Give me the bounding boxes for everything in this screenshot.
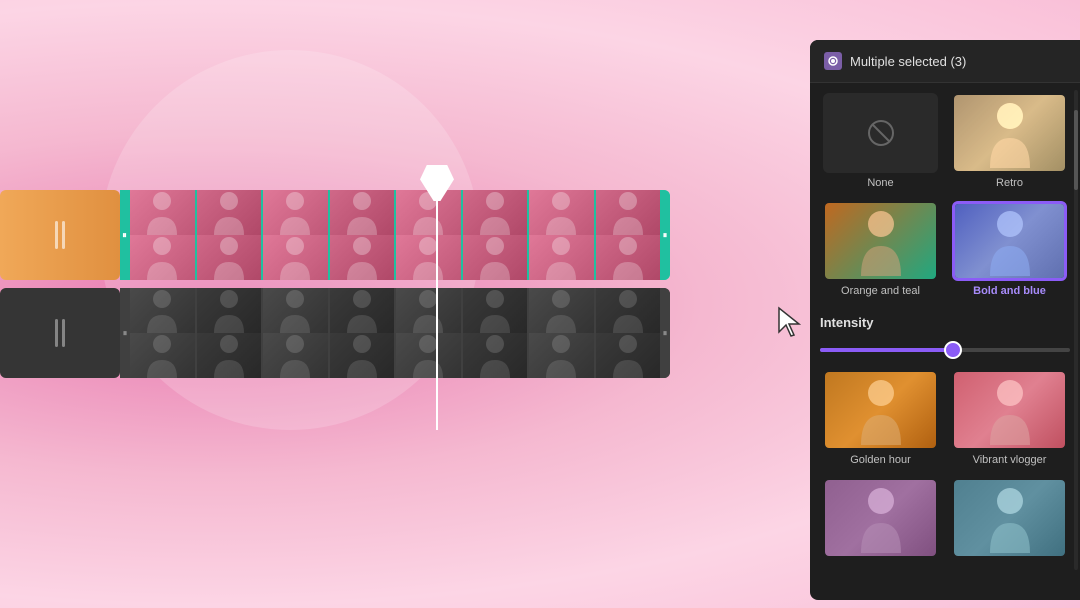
- filter-extra-2[interactable]: [949, 478, 1070, 562]
- filter-vibrant-label: Vibrant vlogger: [973, 454, 1047, 466]
- filter-orange-teal-thumb: [823, 201, 938, 281]
- filter-none[interactable]: None: [820, 93, 941, 189]
- video-track-2: ⏸: [0, 288, 670, 378]
- filter-extra-1-thumb: [823, 478, 938, 558]
- film-frames-top: [130, 190, 660, 280]
- filter-grid-row1: None Retro: [820, 93, 1070, 189]
- filmstrip-bottom: ⏸: [120, 288, 670, 378]
- filter-none-label: None: [867, 177, 893, 189]
- playhead-line: [436, 170, 438, 430]
- panel-title: Multiple selected (3): [850, 54, 966, 69]
- intensity-slider[interactable]: [820, 340, 1070, 360]
- filter-grid-row4: [820, 478, 1070, 562]
- filter-icon: [824, 52, 842, 70]
- filmstrip-top: ⏸: [120, 190, 670, 280]
- panel-header: Multiple selected (3): [810, 40, 1080, 83]
- slider-thumb[interactable]: [944, 341, 962, 359]
- scrollbar-thumb[interactable]: [1074, 110, 1078, 190]
- filter-bold-blue[interactable]: Bold and blue: [949, 201, 1070, 297]
- filter-golden-hour[interactable]: Golden hour: [820, 370, 941, 466]
- filter-golden-thumb: [823, 370, 938, 450]
- timeline: ⏸: [0, 190, 670, 386]
- filter-bold-blue-thumb: [952, 201, 1067, 281]
- filter-retro[interactable]: Retro: [949, 93, 1070, 189]
- filter-extra-1[interactable]: [820, 478, 941, 562]
- slider-fill: [820, 348, 958, 352]
- filter-none-thumb: [823, 93, 938, 173]
- filter-grid-row2: Orange and teal Bold and blue: [820, 201, 1070, 297]
- filter-vibrant-vlogger[interactable]: Vibrant vlogger: [949, 370, 1070, 466]
- video-track-1: ⏸: [0, 190, 670, 280]
- filter-grid-row3: Golden hour Vibrant vlogger: [820, 370, 1070, 466]
- filter-orange-teal-label: Orange and teal: [841, 285, 920, 297]
- filter-bold-blue-label: Bold and blue: [973, 285, 1046, 297]
- filter-vibrant-thumb: [952, 370, 1067, 450]
- filter-retro-label: Retro: [996, 177, 1023, 189]
- scrollbar-track: [1074, 90, 1078, 570]
- intensity-section: Intensity: [820, 309, 1070, 370]
- filter-orange-teal[interactable]: Orange and teal: [820, 201, 941, 297]
- filter-golden-label: Golden hour: [850, 454, 911, 466]
- panel-content: None Retro Orange an: [810, 83, 1080, 600]
- filter-retro-thumb: [952, 93, 1067, 173]
- intensity-title: Intensity: [820, 315, 1070, 330]
- filter-panel: Multiple selected (3) None: [810, 40, 1080, 600]
- filter-extra-2-thumb: [952, 478, 1067, 558]
- slider-track: [820, 348, 1070, 352]
